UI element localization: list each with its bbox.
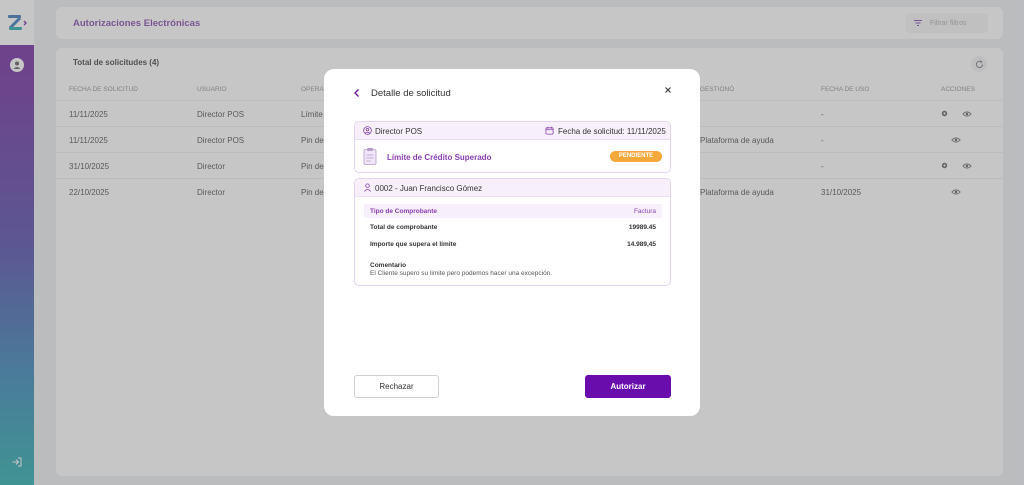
- modal-title: Detalle de solicitud: [371, 88, 451, 99]
- detail-label: Total de comprobante: [370, 224, 438, 231]
- comment-label: Comentario: [370, 262, 407, 269]
- voucher-type-row: Tipo de Comprobante Factura: [364, 204, 662, 218]
- close-icon[interactable]: [663, 85, 673, 95]
- user-circle-icon: [363, 126, 372, 135]
- request-date: Fecha de solicitud: 11/11/2025: [558, 127, 666, 136]
- request-summary-header: Director POS Fecha de solicitud: 11/11/2…: [355, 122, 670, 140]
- client-detail-card: 0002 - Juan Francisco Gómez Tipo de Comp…: [354, 178, 671, 286]
- reject-button[interactable]: Rechazar: [354, 375, 439, 398]
- status-badge: PENDIENTE: [610, 151, 662, 162]
- voucher-type-value: Factura: [633, 208, 656, 215]
- comment-text: El Cliente supero su limite pero podemos…: [370, 270, 553, 277]
- person-icon: [363, 183, 372, 192]
- client-name: 0002 - Juan Francisco Gómez: [375, 184, 483, 193]
- detail-value: 14.989,45: [627, 241, 656, 248]
- detail-label: Importe que supera el límite: [370, 241, 457, 248]
- voucher-type-label: Tipo de Comprobante: [370, 208, 438, 215]
- detail-row-excess: Importe que supera el límite 14.989,45: [370, 241, 656, 257]
- detail-row-total: Total de comprobante 19989.45: [370, 224, 656, 240]
- authorize-button[interactable]: Autorizar: [585, 375, 671, 398]
- client-header: 0002 - Juan Francisco Gómez: [355, 179, 670, 197]
- calendar-icon: [545, 126, 554, 135]
- request-detail-modal: Detalle de solicitud Director POS Fecha …: [324, 69, 700, 416]
- clipboard-document-icon: [363, 147, 377, 165]
- request-summary-card: Director POS Fecha de solicitud: 11/11/2…: [354, 121, 671, 173]
- requesting-user: Director POS: [375, 127, 423, 136]
- request-type: Límite de Crédito Superado: [387, 153, 492, 162]
- back-chevron-icon[interactable]: [352, 88, 362, 98]
- detail-value: 19989.45: [628, 224, 656, 231]
